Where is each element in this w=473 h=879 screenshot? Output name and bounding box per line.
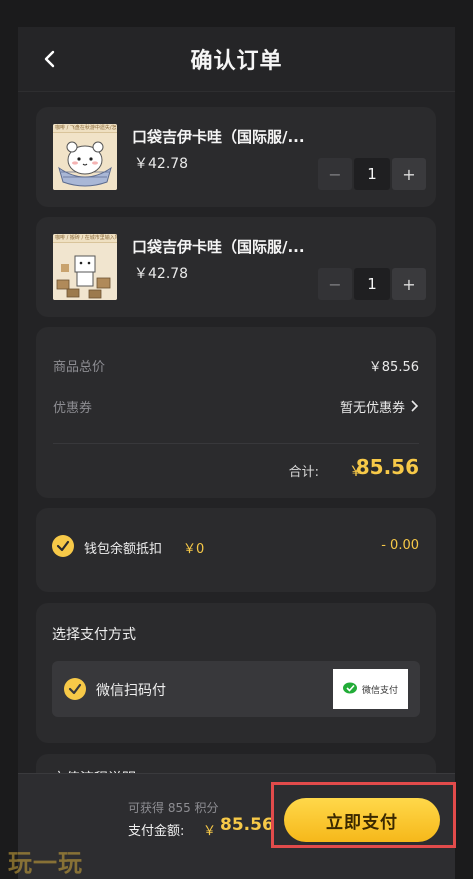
divider xyxy=(53,443,419,444)
chevron-right-icon[interactable] xyxy=(409,399,419,413)
wallet-label: 钱包余额抵扣 xyxy=(84,542,163,557)
phone-screen: 确认订单 咖啡 / 飞盘在秋游中遗失/怎么办 口袋吉伊卡哇（国际服/... ￥4… xyxy=(18,27,455,879)
payment-section-title: 选择支付方式 xyxy=(52,627,136,643)
product-name: 口袋吉伊卡哇（国际服/... xyxy=(132,128,305,146)
amount-value: 85.56 xyxy=(220,815,274,835)
wallet-balance: ￥0 xyxy=(183,542,205,557)
amount-currency: ￥ xyxy=(203,824,217,839)
price-summary: 商品总价 ￥85.56 优惠券 暂无优惠券 合计: ￥ 85.56 xyxy=(36,327,436,498)
wechat-pay-text: 微信支付 xyxy=(361,685,398,696)
payment-method-section: 选择支付方式 微信扫码付 微信支付 xyxy=(36,603,436,743)
subtotal-value: ￥85.56 xyxy=(368,360,419,375)
watermark: 玩一玩 xyxy=(8,849,83,877)
product-thumbnail[interactable]: 咖啡 / 搬砖 / 在城市里输入地 xyxy=(53,234,117,300)
quantity-value[interactable]: 1 xyxy=(354,158,390,190)
product-price: ￥42.78 xyxy=(134,156,189,172)
subtotal-label: 商品总价 xyxy=(53,360,106,375)
quantity-stepper: − 1 + xyxy=(318,268,426,300)
product-name: 口袋吉伊卡哇（国际服/... xyxy=(132,238,305,256)
wechat-pay-logo: 微信支付 xyxy=(333,669,408,709)
decrease-button[interactable]: − xyxy=(318,158,352,190)
page-title: 确认订单 xyxy=(190,49,283,74)
payment-option-wechat[interactable]: 微信扫码付 微信支付 xyxy=(52,661,420,717)
quantity-value[interactable]: 1 xyxy=(354,268,390,300)
wallet-deduction: 钱包余额抵扣 ￥0 - 0.00 xyxy=(36,508,436,592)
header: 确认订单 xyxy=(18,27,455,92)
points-text: 可获得 855 积分 xyxy=(128,801,219,815)
product-card: 咖啡 / 搬砖 / 在城市里输入地 口袋吉伊卡哇（国际服/... ￥42.78 … xyxy=(36,217,436,317)
total-label: 合计: xyxy=(288,465,319,480)
coupon-value[interactable]: 暂无优惠券 xyxy=(340,397,405,416)
decrease-button[interactable]: − xyxy=(318,268,352,300)
coupon-label: 优惠券 xyxy=(53,401,93,416)
wallet-deduction-amount: - 0.00 xyxy=(381,538,419,553)
payment-option-label: 微信扫码付 xyxy=(96,683,166,699)
amount-label: 支付金额: xyxy=(128,824,185,839)
total-row: 合计: ￥ 85.56 xyxy=(53,455,419,481)
payment-radio[interactable] xyxy=(64,678,86,700)
chiikawa-image xyxy=(53,133,117,190)
wechat-pay-icon xyxy=(342,682,357,694)
product-card: 咖啡 / 飞盘在秋游中遗失/怎么办 口袋吉伊卡哇（国际服/... ￥42.78 … xyxy=(36,107,436,207)
increase-button[interactable]: + xyxy=(392,268,426,300)
total-value: 85.56 xyxy=(355,455,419,479)
highlight-annotation xyxy=(271,782,456,848)
wallet-checkbox[interactable] xyxy=(52,535,74,557)
chiikawa-image xyxy=(53,243,117,300)
increase-button[interactable]: + xyxy=(392,158,426,190)
product-thumbnail[interactable]: 咖啡 / 飞盘在秋游中遗失/怎么办 xyxy=(53,124,117,190)
quantity-stepper: − 1 + xyxy=(318,158,426,190)
product-price: ￥42.78 xyxy=(134,266,189,282)
check-icon xyxy=(56,540,70,552)
check-icon xyxy=(68,683,82,695)
